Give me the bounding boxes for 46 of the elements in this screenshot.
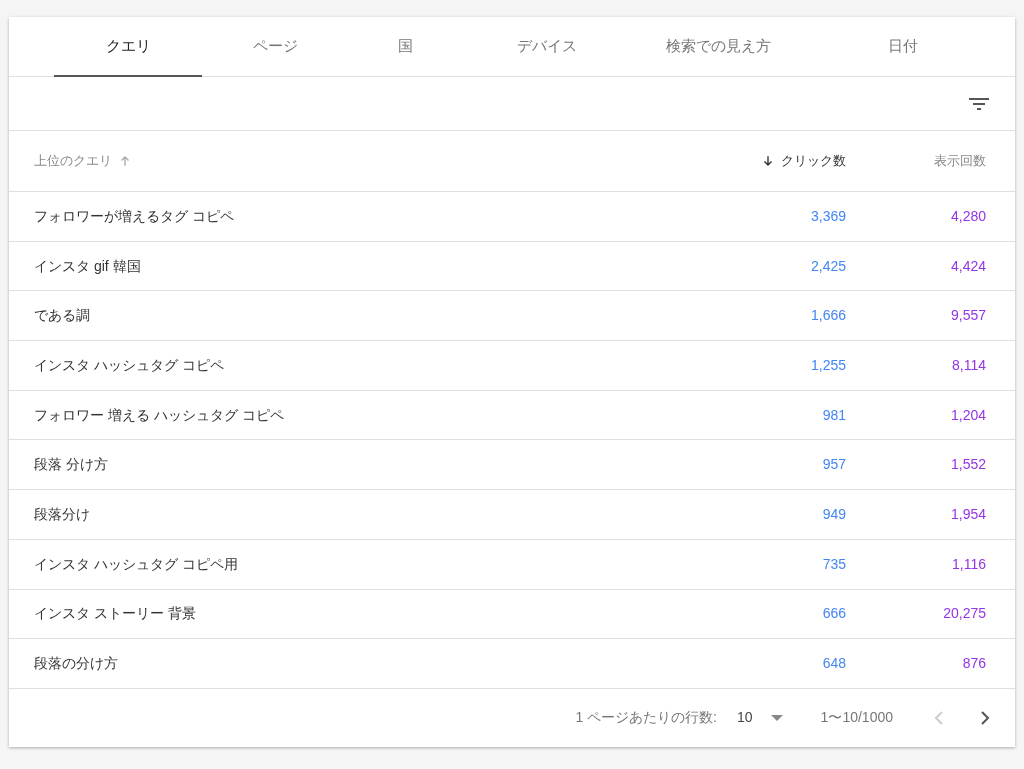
tab[interactable]: デバイス bbox=[462, 17, 632, 77]
table-cell-text: である調 bbox=[33, 306, 91, 326]
filter-icon[interactable] bbox=[968, 95, 990, 112]
table-cell-text: 2,425 bbox=[809, 256, 846, 276]
rows-per-page-label: 1 ページあたりの行数: bbox=[575, 708, 717, 728]
table-cell-text: 1,954 bbox=[949, 504, 987, 524]
table-cell-text: インスタ ハッシュタグ コピペ用 bbox=[33, 554, 239, 574]
table-cell-text: 1,552 bbox=[949, 455, 987, 475]
table-cell-text: 4,424 bbox=[949, 256, 987, 276]
column-header[interactable]: 上位のクエリ bbox=[34, 151, 112, 171]
table-cell-text: 735 bbox=[821, 554, 846, 574]
dropdown-caret-icon bbox=[770, 714, 783, 721]
table-cell-text: インスタ gif 韓国 bbox=[33, 256, 142, 276]
table-cell-text: 949 bbox=[821, 504, 846, 524]
table-cell-text: 957 bbox=[821, 455, 846, 475]
table-cell-text: インスタ ストーリー 背景 bbox=[33, 604, 197, 624]
column-header[interactable]: クリック数 bbox=[781, 151, 846, 171]
table-cell-text: 段落の分け方 bbox=[33, 654, 119, 674]
tab[interactable]: 日付 bbox=[804, 17, 1002, 77]
table-cell-text: 段落分け bbox=[33, 504, 91, 524]
table-cell-text: インスタ ハッシュタグ コピペ bbox=[33, 355, 225, 375]
table-cell-text: 1,255 bbox=[809, 355, 846, 375]
table-cell-text: 8,114 bbox=[951, 355, 987, 375]
column-header[interactable]: 表示回数 bbox=[934, 151, 986, 171]
tab[interactable]: 検索での見え方 bbox=[632, 17, 804, 77]
table-cell-text: 648 bbox=[821, 654, 846, 674]
table-cell-text: 9,557 bbox=[949, 306, 987, 326]
tab[interactable]: 国 bbox=[348, 17, 462, 77]
chevron-right-icon bbox=[980, 709, 990, 726]
rows-per-page-dropdown[interactable]: 10 bbox=[737, 707, 783, 729]
table-cell-text: 20,275 bbox=[942, 604, 987, 624]
table-cell-text: フォロワー 増える ハッシュタグ コピペ bbox=[33, 405, 285, 425]
table-cell-text: 1,666 bbox=[809, 306, 846, 326]
table-cell-text: 981 bbox=[821, 405, 846, 425]
tab[interactable]: クエリ bbox=[54, 17, 202, 77]
table-cell-text: 3,369 bbox=[809, 206, 846, 226]
page-range: 1〜10/1000 bbox=[820, 708, 893, 728]
table-cell-text: 段落 分け方 bbox=[33, 455, 109, 475]
table-cell-text: 666 bbox=[821, 604, 846, 624]
table-cell-text: 876 bbox=[961, 654, 987, 674]
table-cell-text: 1,204 bbox=[949, 405, 987, 425]
table-cell-text: 1,116 bbox=[951, 554, 987, 574]
chevron-left-icon bbox=[934, 709, 944, 726]
table-cell-text: 4,280 bbox=[949, 206, 987, 226]
table-cell-text: フォロワーが増えるタグ コピペ bbox=[33, 206, 235, 226]
tab[interactable]: ページ bbox=[202, 17, 348, 77]
